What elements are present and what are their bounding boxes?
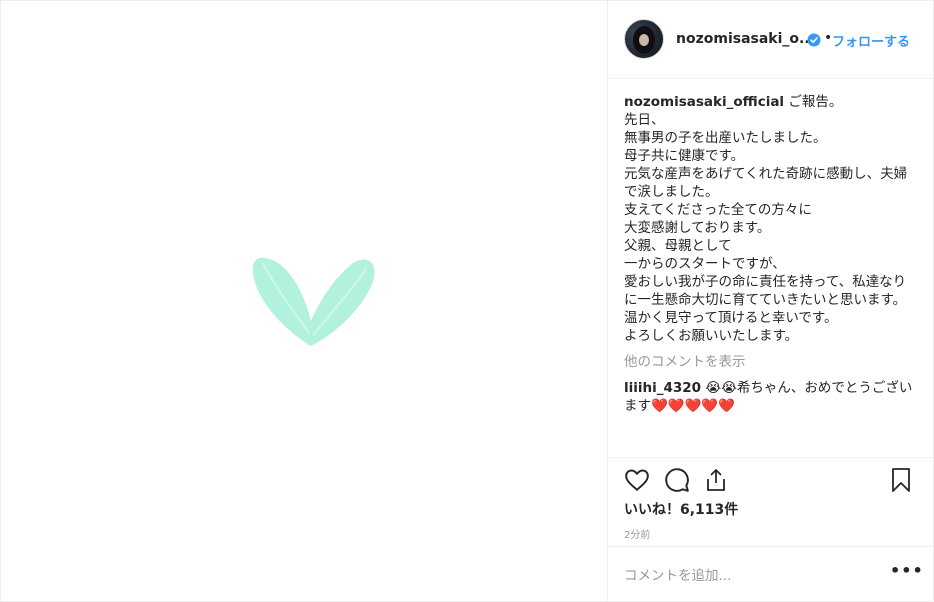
caption-username[interactable]: nozomisasaki_official <box>624 94 784 110</box>
caption: nozomisasaki_official ご報告。 先日、 無事男の子を出産い… <box>624 93 918 345</box>
comment-item: liiihi_4320 😭😭希ちゃん、おめでとうございます❤️❤️❤️❤️❤️ <box>624 379 918 415</box>
bookmark-icon[interactable] <box>890 467 912 493</box>
post-header: nozomisasaki_o... • フォローする <box>608 1 934 79</box>
share-icon[interactable] <box>704 467 728 493</box>
load-more-comments[interactable]: 他のコメントを表示 <box>624 353 918 371</box>
caption-area: nozomisasaki_official ご報告。 先日、 無事男の子を出産い… <box>624 93 918 455</box>
avatar[interactable] <box>624 19 664 59</box>
heart-icon[interactable] <box>624 467 650 493</box>
actions-divider <box>608 457 934 458</box>
caption-body: 先日、 無事男の子を出産いたしました。 母子共に健康です。 元気な産声をあげてく… <box>624 112 908 344</box>
post-media[interactable] <box>1 1 607 601</box>
header-username[interactable]: nozomisasaki_o... <box>676 31 815 47</box>
timestamp[interactable]: 2分前 <box>624 526 650 541</box>
post-sidebar: nozomisasaki_o... • フォローする nozomisasaki_… <box>607 1 934 601</box>
comment-input[interactable]: コメントを追加... <box>624 564 731 584</box>
post-container: nozomisasaki_o... • フォローする nozomisasaki_… <box>0 0 934 602</box>
verified-icon <box>807 33 821 47</box>
comment-username[interactable]: liiihi_4320 <box>624 380 701 396</box>
comment-divider <box>608 546 934 547</box>
mint-heart-image <box>252 257 375 346</box>
like-count[interactable]: いいね！6,113件 <box>624 499 738 519</box>
comment-icon[interactable] <box>664 467 690 493</box>
follow-button[interactable]: フォローする <box>832 31 910 50</box>
more-options-icon[interactable]: ••• <box>890 561 924 580</box>
caption-first-line: ご報告。 <box>788 94 843 110</box>
